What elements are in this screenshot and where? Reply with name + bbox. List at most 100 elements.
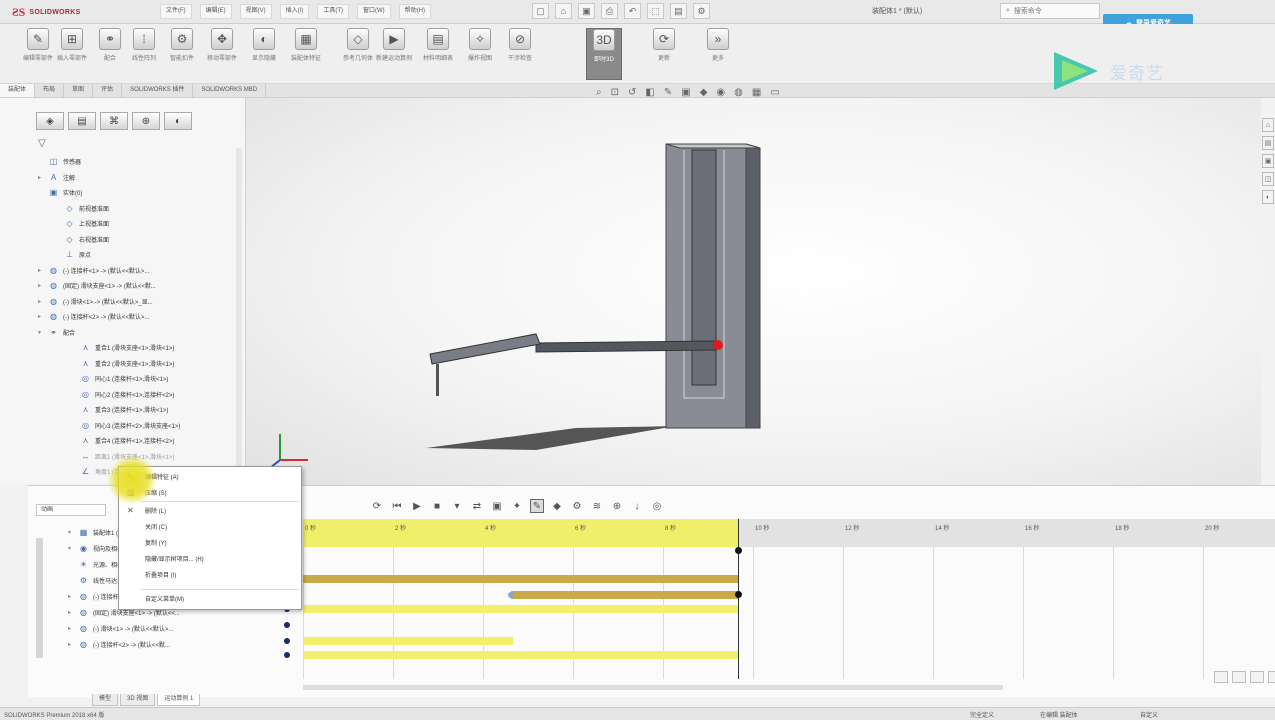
play-from-start-icon[interactable]: ⏮ (390, 499, 404, 513)
view-palette-icon[interactable]: ◫ (1262, 172, 1274, 186)
open-icon[interactable]: ⌂ (555, 3, 572, 19)
timeline-zoom-fit-icon[interactable] (1250, 671, 1264, 683)
tree-item[interactable]: ⋏ 重合2 (滑块支座<1>,滑块<1>) (28, 356, 180, 372)
ribbon-tool-13[interactable]: ⊘ 干涉检查 (502, 28, 538, 80)
zoom-to-fit-icon[interactable]: ⌕ (596, 87, 602, 98)
tree-item[interactable]: ▸ ◍ (-) 滑块<1> -> (默认<<默认>_显... (28, 294, 180, 310)
timeline-options-icon[interactable] (1268, 671, 1275, 683)
timeline[interactable]: 0 秒 2 秒 4 秒 6 秒 8 秒 10 秒 12 秒 14 秒 16 秒 18 秒 20 秒 (284, 519, 1275, 679)
start-key-point[interactable] (284, 652, 290, 658)
context-menu-item[interactable]: 复制 (Y) (119, 535, 303, 550)
tree-item[interactable]: ▸ ◍ (-) 连接杆<1> -> (默认<<默认>... (28, 263, 180, 279)
hide-show-icon[interactable]: ◉ (716, 87, 725, 98)
menu-view[interactable]: 视图(V) (239, 4, 272, 19)
tree-expander-icon[interactable]: ▸ (38, 267, 44, 274)
zoom-area-icon[interactable]: ⊡ (611, 87, 619, 98)
ribbon-tool-7[interactable]: ◐ 显示隐藏 (246, 28, 282, 80)
options-icon[interactable]: ⚙ (693, 3, 710, 19)
motion-tree-item[interactable]: ▸ ◍ (-) 连接杆<2> -> (默认<<默... (28, 636, 242, 652)
playback-mode-icon[interactable]: ⇄ (470, 499, 484, 513)
ribbon-tool-5[interactable]: ⚙ 智能扣件 (164, 28, 200, 80)
tree-expander-icon[interactable]: ▸ (38, 174, 44, 181)
play-icon[interactable]: ▶ (410, 499, 424, 513)
tree-item[interactable]: ◇ 上视基准面 (28, 216, 180, 232)
gravity-icon[interactable]: ↓ (630, 499, 644, 513)
spring-icon[interactable]: ≋ (590, 499, 604, 513)
ribbon-tool-10[interactable]: ▶ 新建运动算例 (376, 28, 412, 80)
view-settings-icon[interactable]: ▭ (770, 87, 779, 98)
tab-addins[interactable]: SOLIDWORKS 插件 (122, 84, 194, 97)
new-document-icon[interactable]: ▢ (532, 3, 549, 19)
ribbon-tool-11[interactable]: ▤ 材料明细表 (420, 28, 456, 80)
edit-appearance-icon[interactable]: ◍ (734, 87, 743, 98)
key-bar[interactable] (303, 575, 738, 583)
time-bar[interactable] (738, 519, 739, 679)
start-key-point[interactable] (284, 638, 290, 644)
tree-item[interactable]: ▸ ◍ (固定) 滑块支座<1> -> (默认<<默... (28, 278, 180, 294)
key-bar[interactable] (303, 651, 738, 659)
calculate-icon[interactable]: ⟳ (370, 499, 384, 513)
menu-tools[interactable]: 工具(T) (317, 4, 350, 19)
selected-key-point[interactable] (508, 592, 514, 598)
tree-item[interactable]: ⊥ 原点 (28, 247, 180, 263)
tree-expander-icon[interactable]: ▸ (38, 282, 44, 289)
end-key-point[interactable] (735, 547, 742, 554)
add-key-icon[interactable]: ◆ (550, 499, 564, 513)
context-menu-item[interactable]: 自定义菜单(M) (119, 591, 303, 606)
ribbon-tool-2[interactable]: ⊞ 插入零部件 (54, 28, 90, 80)
ribbon-tool-3[interactable]: ⚭ 配合 (92, 28, 128, 80)
ribbon-tool-12[interactable]: ✧ 爆炸视图 (462, 28, 498, 80)
ribbon-tool-9[interactable]: ◇ 参考几何体 (340, 28, 376, 80)
tree-item[interactable]: ◇ 前视基准面 (28, 201, 180, 217)
timeline-axis[interactable]: 0 秒 2 秒 4 秒 6 秒 8 秒 10 秒 12 秒 14 秒 16 秒 18 秒 20 秒 (303, 519, 1275, 547)
app-logo[interactable]: ƧS SOLIDWORKS (12, 4, 81, 20)
animation-wizard-icon[interactable]: ✦ (510, 499, 524, 513)
motor-icon[interactable]: ⚙ (570, 499, 584, 513)
menu-file[interactable]: 文件(F) (160, 4, 192, 19)
motion-tree-item[interactable]: ▸ ◍ (-) 滑块<1> -> (默认<<默认>... (28, 620, 242, 636)
tree-item[interactable]: ⋏ 重合1 (滑块支座<1>,滑块<1>) (28, 340, 180, 356)
tree-item[interactable]: ⋏ 重合4 (连接杆<1>,连接杆<2>) (28, 433, 180, 449)
ribbon-tool-16[interactable]: » 更多 (700, 28, 736, 80)
key-bar[interactable] (303, 637, 513, 645)
tab-3d-views[interactable]: 3D 视图 (120, 694, 156, 706)
ribbon-tool-4[interactable]: ⁞ 线性阵列 (126, 28, 162, 80)
key-bar[interactable] (511, 591, 738, 599)
tab-model[interactable]: 模型 (92, 694, 119, 706)
ribbon-tool-6[interactable]: ✥ 移动零部件 (204, 28, 240, 80)
results-icon[interactable]: ◎ (650, 499, 664, 513)
resources-icon[interactable]: ⌂ (1262, 118, 1274, 132)
motion-tree-scrollbar[interactable] (36, 538, 43, 658)
ribbon-tool-8[interactable]: ▦ 装配体特征 (288, 28, 324, 80)
start-key-point[interactable] (284, 622, 290, 628)
graphics-viewport[interactable] (246, 98, 1261, 485)
tree-expander-icon[interactable]: ▸ (38, 298, 44, 305)
tree-item[interactable]: ◎ 同心2 (连接杆<1>,连接杆<2>) (28, 387, 180, 403)
key-bar[interactable] (303, 605, 738, 613)
section-view-icon[interactable]: ◧ (645, 87, 654, 98)
tree-item[interactable]: ▸ ◍ (-) 连接杆<2> -> (默认<<默认>... (28, 309, 180, 325)
tree-item[interactable]: ▣ 实体(0) (28, 185, 180, 201)
select-icon[interactable]: ⬚ (647, 3, 664, 19)
context-menu-item[interactable]: 折叠项目 (I) (119, 567, 303, 582)
menu-edit[interactable]: 编辑(E) (199, 4, 232, 19)
tab-evaluate[interactable]: 评估 (93, 84, 123, 97)
rebuild-icon[interactable]: ▤ (670, 3, 687, 19)
menu-help[interactable]: 帮助(H) (398, 4, 432, 19)
previous-view-icon[interactable]: ↺ (628, 87, 636, 98)
configuration-manager-tab-icon[interactable]: ⌘ (100, 112, 128, 130)
tree-item[interactable]: ↔距离1 (滑块支座<1>,滑块<1>) (28, 449, 180, 465)
view-orientation-icon[interactable]: ▣ (681, 87, 690, 98)
save-animation-icon[interactable]: ▣ (490, 499, 504, 513)
tab-mbd[interactable]: SOLIDWORKS MBD (193, 84, 267, 97)
tree-expander-icon[interactable]: ▸ (68, 593, 74, 600)
tree-expander-icon[interactable]: ▸ (68, 641, 74, 648)
context-menu-item[interactable]: 关闭 (C) (119, 519, 303, 534)
tab-sketch[interactable]: 草图 (64, 84, 94, 97)
tree-expander-icon[interactable]: ▾ (68, 545, 74, 552)
apply-scene-icon[interactable]: ▦ (752, 87, 761, 98)
playback-speed-icon[interactable]: ▾ (450, 499, 464, 513)
print-icon[interactable]: ⎙ (601, 3, 618, 19)
dimxpert-tab-icon[interactable]: ⊕ (132, 112, 160, 130)
timeline-zoom-out-icon[interactable] (1232, 671, 1246, 683)
